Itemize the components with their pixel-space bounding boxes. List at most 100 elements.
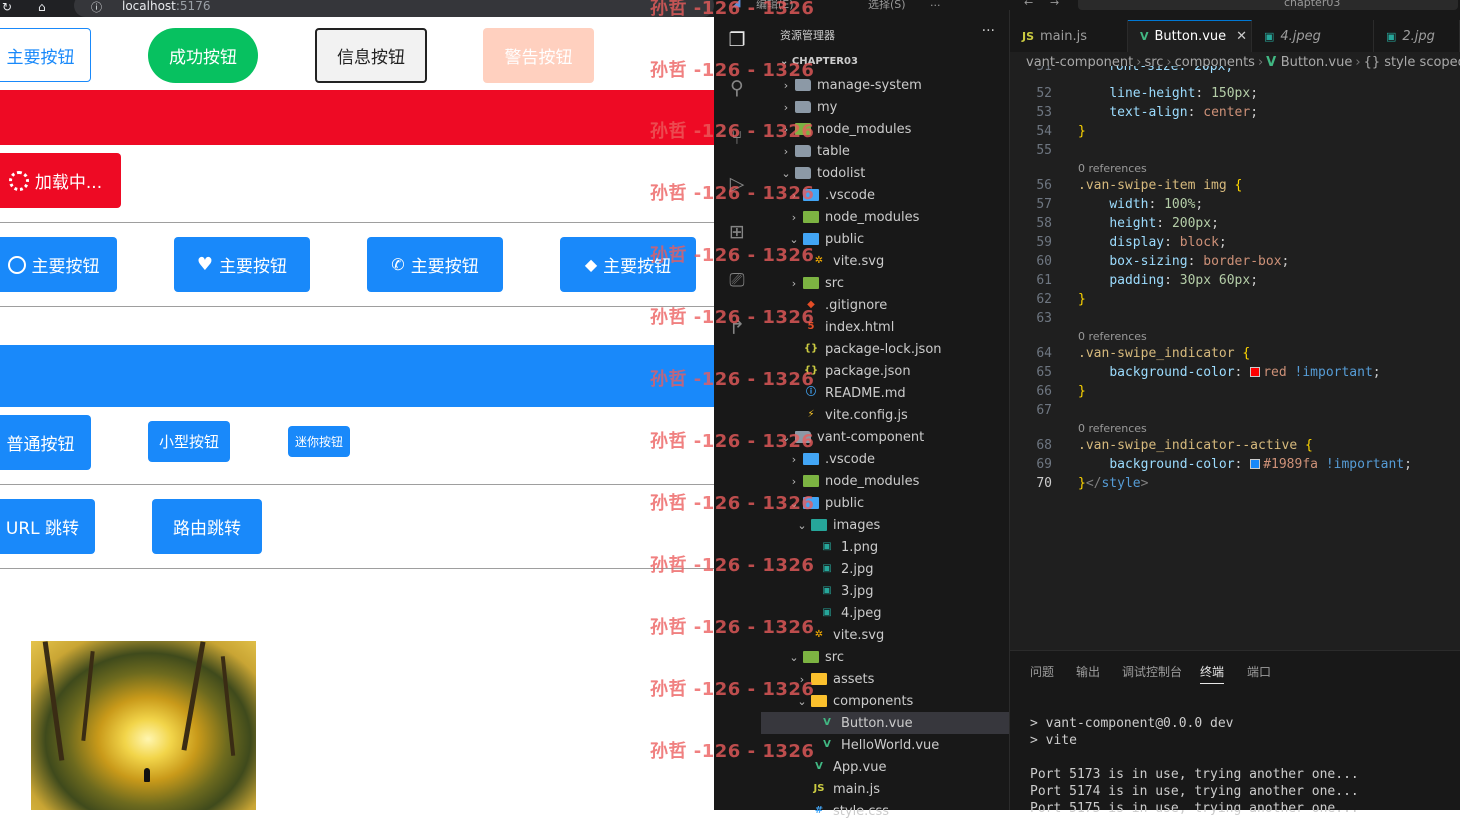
chevron-right-icon: › [783,100,789,114]
site-info-icon[interactable]: ⓘ [91,0,102,15]
folder-open-icon [811,519,827,531]
explorer-more-icon[interactable]: ··· [982,23,995,39]
panel-tab-problems[interactable]: 问题 [1030,663,1054,680]
code-line: 55 [1036,143,1052,158]
code-line: 57 width: 100%; [1036,197,1204,212]
code-line: 56 .van-swipe-item img { [1036,178,1243,193]
tree-file-3-jpg[interactable]: ▣ 3.jpg [761,580,1009,602]
close-icon[interactable]: ✕ [1236,29,1247,44]
terminal-line: > vant-component@0.0.0 dev [1030,716,1234,731]
tree-folder-node-modules[interactable]: › node_modules [761,206,1009,228]
folder-icon [795,145,811,157]
back-arrow-icon[interactable]: ← [1024,0,1033,9]
mini-size-button[interactable]: 迷你按钮 [288,426,350,457]
tree-folder-src[interactable]: ⌄ src [761,646,1009,668]
menu-select[interactable]: 选择(S) [868,0,906,10]
panel-tab-debug-console[interactable]: 调试控制台 [1122,663,1182,680]
tree-folder-my[interactable]: › my [761,96,1009,118]
folder-icon [803,277,819,289]
heart-icon: ♥ [196,253,214,275]
panel-tab-output[interactable]: 输出 [1076,663,1100,680]
remote-explorer-icon[interactable]: ⎚ [725,268,749,292]
chevron-right-icon: › [791,276,797,290]
color-swatch-blue[interactable] [1250,459,1261,469]
icon-button-heart[interactable]: ♥ 主要按钮 [174,237,310,292]
loading-button[interactable]: 加载中... [0,153,121,208]
folder-icon [803,475,819,487]
divider [0,568,714,569]
success-round-button[interactable]: 成功按钮 [148,28,258,83]
small-size-button[interactable]: 小型按钮 [148,421,230,462]
panel-tab-ports[interactable]: 端口 [1247,663,1271,680]
address-bar[interactable]: ⓘ localhost:5176 [74,0,714,17]
info-button[interactable]: 信息按钮 [315,28,427,83]
diamond-icon: ◆ [584,254,598,274]
primary-block-button[interactable] [0,345,714,407]
reload-icon[interactable]: ↻ [2,0,12,14]
route-link-button[interactable]: 路由跳转 [152,499,262,554]
watermark-text: 孙哲 -126 - 1326 [650,60,815,81]
tree-folder-images[interactable]: ⌄ images [761,514,1009,536]
tab-button-vue[interactable]: V Button.vue ✕ [1128,20,1252,52]
tab-main-js[interactable]: JS main.js [1010,20,1128,52]
tree-file-package-lock[interactable]: {} package-lock.json [761,338,1009,360]
watermark-text: 孙哲 -126 - 1326 [650,617,815,638]
tree-file-button-vue[interactable]: V Button.vue [761,712,1009,734]
warning-button[interactable]: 警告按钮 [483,28,594,83]
circle-icon [7,255,26,274]
menu-more[interactable]: ... [930,0,941,9]
command-center[interactable]: chapter03 [1284,0,1340,9]
chevron-down-icon: ⌄ [781,166,791,180]
chevron-down-icon: ⌄ [789,650,799,664]
lightning-file-icon: ⚡ [807,409,815,420]
tree-file-vite-config[interactable]: ⚡ vite.config.js [761,404,1009,426]
loading-spinner-icon [8,170,29,191]
codelens-references[interactable]: 0 references [1078,422,1147,436]
explorer-icon[interactable]: ❐ [725,28,749,52]
image-file-icon: ▣ [822,607,832,618]
code-line: 59 display: block; [1036,235,1227,250]
watermark-text: 孙哲 -126 - 1326 [650,183,815,204]
tab-4-jpeg[interactable]: ▣ 4.jpeg [1252,20,1374,52]
image-file-icon: ▣ [822,563,832,574]
chevron-right-icon: › [791,474,797,488]
codelens-references[interactable]: 0 references [1078,162,1147,176]
code-line: 58 height: 200px; [1036,216,1219,231]
js-file-icon: JS [813,783,825,794]
tree-file-main-js[interactable]: JS main.js [761,778,1009,800]
swipe-item-image[interactable] [31,641,256,810]
forward-arrow-icon[interactable]: → [1050,0,1059,9]
codelens-references[interactable]: 0 references [1078,330,1147,344]
tree-folder-src[interactable]: › src [761,272,1009,294]
vscode-window: ◢ 编辑(E) 选择(S) ... ← → chapter03 ❐ ⚲ ⑂ ▷ … [714,0,1460,819]
tab-2-jpg[interactable]: ▣ 2.jpg [1374,20,1460,52]
color-swatch-red[interactable] [1250,367,1261,377]
primary-plain-button[interactable]: 主要按钮 [0,28,91,82]
image-file-icon: ▣ [1386,29,1397,43]
vue-file-icon: V [823,717,831,728]
url-link-button[interactable]: URL 跳转 [0,499,95,554]
tree-file-style-css[interactable]: # style.css [761,800,1009,822]
browser-toolbar: ↻ ⌂ ⓘ localhost:5176 [0,0,714,17]
code-line: 68 .van-swipe_indicator--active { [1036,438,1313,453]
icon-button-phone[interactable]: ✆ 主要按钮 [367,237,503,292]
folder-open-icon [803,651,819,663]
chevron-right-icon: › [783,144,789,158]
watermark-text: 孙哲 -126 - 1326 [650,679,815,700]
code-line: 51 font-size: 20px; [1036,66,1234,74]
normal-size-button[interactable]: 普通按钮 [0,415,91,470]
image-file-icon: ▣ [822,541,832,552]
browser-window: ↻ ⌂ ⓘ localhost:5176 主要按钮 成功按钮 信息按钮 警告按钮… [0,0,714,810]
folder-icon [803,211,819,223]
editor-tabs: JS main.js V Button.vue ✕ ▣ 4.jpeg ▣ 2.jpg [1010,10,1460,52]
watermark-text: 孙哲 -126 - 1326 [650,741,815,762]
home-icon[interactable]: ⌂ [38,0,46,14]
code-line: 62} [1036,292,1086,307]
icon-button-circle[interactable]: 主要按钮 [0,237,117,292]
bottom-panel: 问题 输出 调试控制台 终端 端口 > vant-component@0.0.0… [1010,650,1460,816]
code-editor[interactable]: 51 font-size: 20px; 52 line-height: 150px… [1010,66,1460,650]
tree-folder-table[interactable]: › table [761,140,1009,162]
danger-block-button[interactable] [0,90,714,145]
watermark-text: 孙哲 -126 - 1326 [650,307,815,328]
panel-tab-terminal[interactable]: 终端 [1200,663,1225,684]
